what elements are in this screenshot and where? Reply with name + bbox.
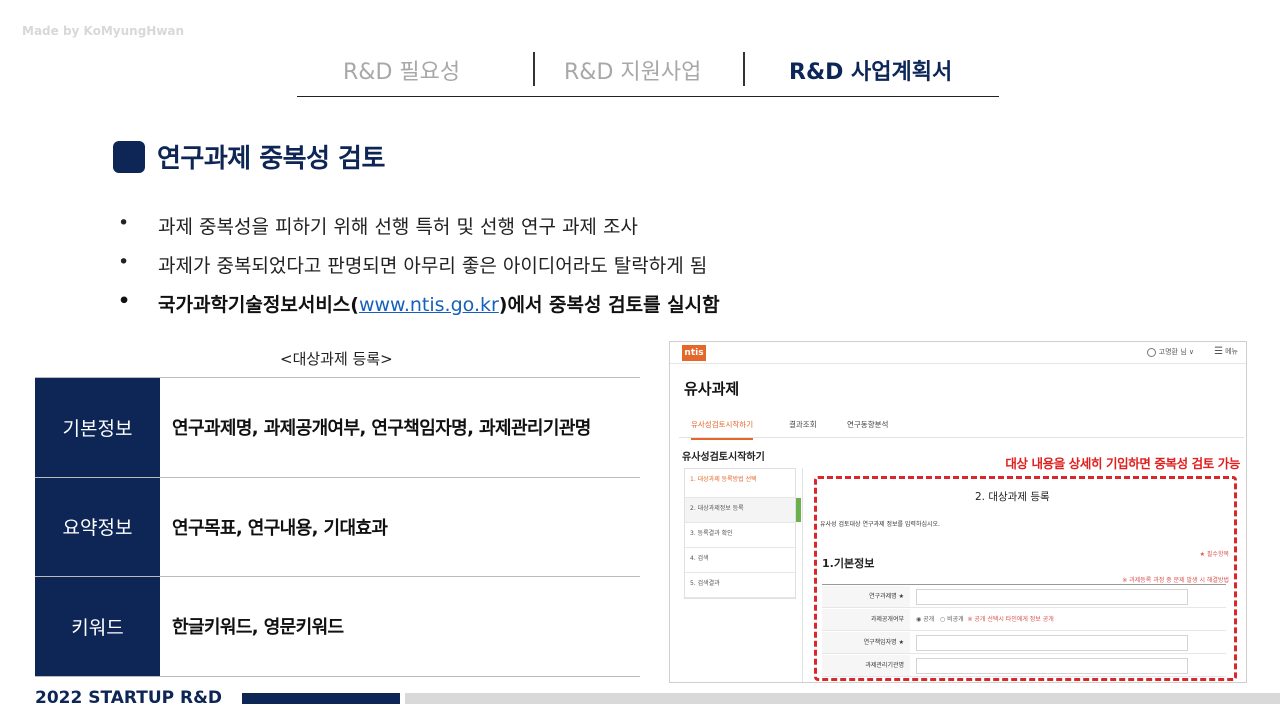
nav-separator bbox=[743, 52, 745, 86]
info-table: 기본정보 연구과제명, 과제공개여부, 연구책임자명, 과제관리기관명 요약정보… bbox=[35, 377, 640, 677]
bullet-text-post: )에서 중복성 검토를 실시함 bbox=[498, 294, 720, 316]
footer-bar-gray bbox=[405, 693, 1280, 704]
bullet-text-pre: 국가과학기술정보서비스( bbox=[158, 294, 359, 316]
highlight-dashed-box bbox=[814, 476, 1237, 681]
top-navigation: R&D 필요성 R&D 지원사업 R&D 사업계획서 bbox=[297, 52, 999, 97]
tab-trend[interactable]: 연구동향분석 bbox=[847, 419, 888, 430]
menu-label: 메뉴 bbox=[1225, 347, 1238, 356]
ntis-link[interactable]: www.ntis.go.kr bbox=[359, 294, 499, 316]
menu-button[interactable]: ☰ 메뉴 bbox=[1214, 346, 1238, 357]
section-title: 연구과제 중복성 검토 bbox=[113, 138, 385, 175]
bullet-text: 과제 중복성을 피하기 위해 선행 특허 및 선행 연구 과제 조사 bbox=[158, 216, 638, 238]
bullet-dot: • bbox=[118, 212, 130, 234]
table-caption: <대상과제 등록> bbox=[280, 350, 393, 368]
ntis-logo: ntis bbox=[682, 345, 706, 361]
screenshot-page-title: 유사과제 bbox=[684, 380, 740, 398]
nav-separator bbox=[533, 52, 535, 86]
screenshot-tabs: 유사성검토시작하기 결과조회 연구동향분석 bbox=[679, 410, 1244, 440]
user-icon bbox=[1146, 347, 1156, 357]
row-label: 키워드 bbox=[35, 577, 160, 676]
bullet-item: • 과제가 중복되었다고 판명되면 아무리 좋은 아이디어라도 탈락하게 됨 bbox=[118, 251, 720, 290]
row-value: 한글키워드, 영문키워드 bbox=[172, 617, 344, 639]
step-list: 1. 대상과제 등록방법 선택 2. 대상과제정보 등록 3. 등록결과 확인 … bbox=[684, 468, 801, 599]
tab-similarity-start[interactable]: 유사성검토시작하기 bbox=[691, 419, 754, 440]
nav-tab-rd-plan[interactable]: R&D 사업계획서 bbox=[789, 54, 952, 86]
bullet-list: • 과제 중복성을 피하기 위해 선행 특허 및 선행 연구 과제 조사 • 과… bbox=[118, 212, 720, 329]
section-title-text: 연구과제 중복성 검토 bbox=[157, 144, 385, 174]
watermark: Made by KoMyungHwan bbox=[22, 24, 185, 38]
step-item[interactable]: 4. 검색 bbox=[685, 548, 795, 573]
row-label: 기본정보 bbox=[35, 378, 160, 477]
bullet-text: 과제가 중복되었다고 판명되면 아무리 좋은 아이디어라도 탈락하게 됨 bbox=[158, 255, 708, 277]
tab-result[interactable]: 결과조회 bbox=[789, 419, 817, 430]
hamburger-icon: ☰ bbox=[1214, 346, 1224, 357]
red-annotation: 대상 내용을 상세히 기입하면 중복성 검토 가능 bbox=[1005, 456, 1240, 471]
bullet-dot: • bbox=[118, 290, 131, 312]
row-label: 요약정보 bbox=[35, 477, 160, 576]
footer-bar-navy bbox=[242, 693, 400, 704]
row-value: 연구과제명, 과제공개여부, 연구책임자명, 과제관리기관명 bbox=[172, 418, 591, 440]
bullet-item: • 과제 중복성을 피하기 위해 선행 특허 및 선행 연구 과제 조사 bbox=[118, 212, 720, 251]
left-pane-title: 유사성검토시작하기 bbox=[682, 452, 765, 463]
step-item[interactable]: 1. 대상과제 등록방법 선택 bbox=[685, 469, 795, 498]
bullet-item: • 국가과학기술정보서비스(www.ntis.go.kr)에서 중복성 검토를 … bbox=[118, 290, 720, 329]
table-row: 키워드 한글키워드, 영문키워드 bbox=[35, 577, 640, 677]
step-item[interactable]: 2. 대상과제정보 등록 bbox=[685, 498, 801, 523]
step-item[interactable]: 5. 검색결과 bbox=[685, 573, 795, 598]
divider bbox=[802, 468, 803, 682]
nav-tab-rd-necessity[interactable]: R&D 필요성 bbox=[343, 54, 460, 86]
footer-text: 2022 STARTUP R&D bbox=[35, 688, 223, 708]
table-row: 기본정보 연구과제명, 과제공개여부, 연구책임자명, 과제관리기관명 bbox=[35, 378, 640, 478]
bullet-dot: • bbox=[118, 251, 130, 273]
ntis-screenshot: ntis 고명환 님 ∨ ☰ 메뉴 유사과제 유사성검토시작하기 결과조회 연구동… bbox=[669, 341, 1247, 683]
user-menu[interactable]: 고명환 님 ∨ bbox=[1146, 347, 1194, 357]
table-row: 요약정보 연구목표, 연구내용, 기대효과 bbox=[35, 477, 640, 577]
user-name: 고명환 님 ∨ bbox=[1158, 348, 1194, 356]
row-value: 연구목표, 연구내용, 기대효과 bbox=[172, 517, 388, 539]
step-item[interactable]: 3. 등록결과 확인 bbox=[685, 523, 795, 548]
screenshot-topbar: ntis 고명환 님 ∨ ☰ 메뉴 bbox=[670, 342, 1246, 364]
nav-tab-rd-support[interactable]: R&D 지원사업 bbox=[564, 54, 701, 86]
title-square-icon bbox=[113, 140, 145, 173]
